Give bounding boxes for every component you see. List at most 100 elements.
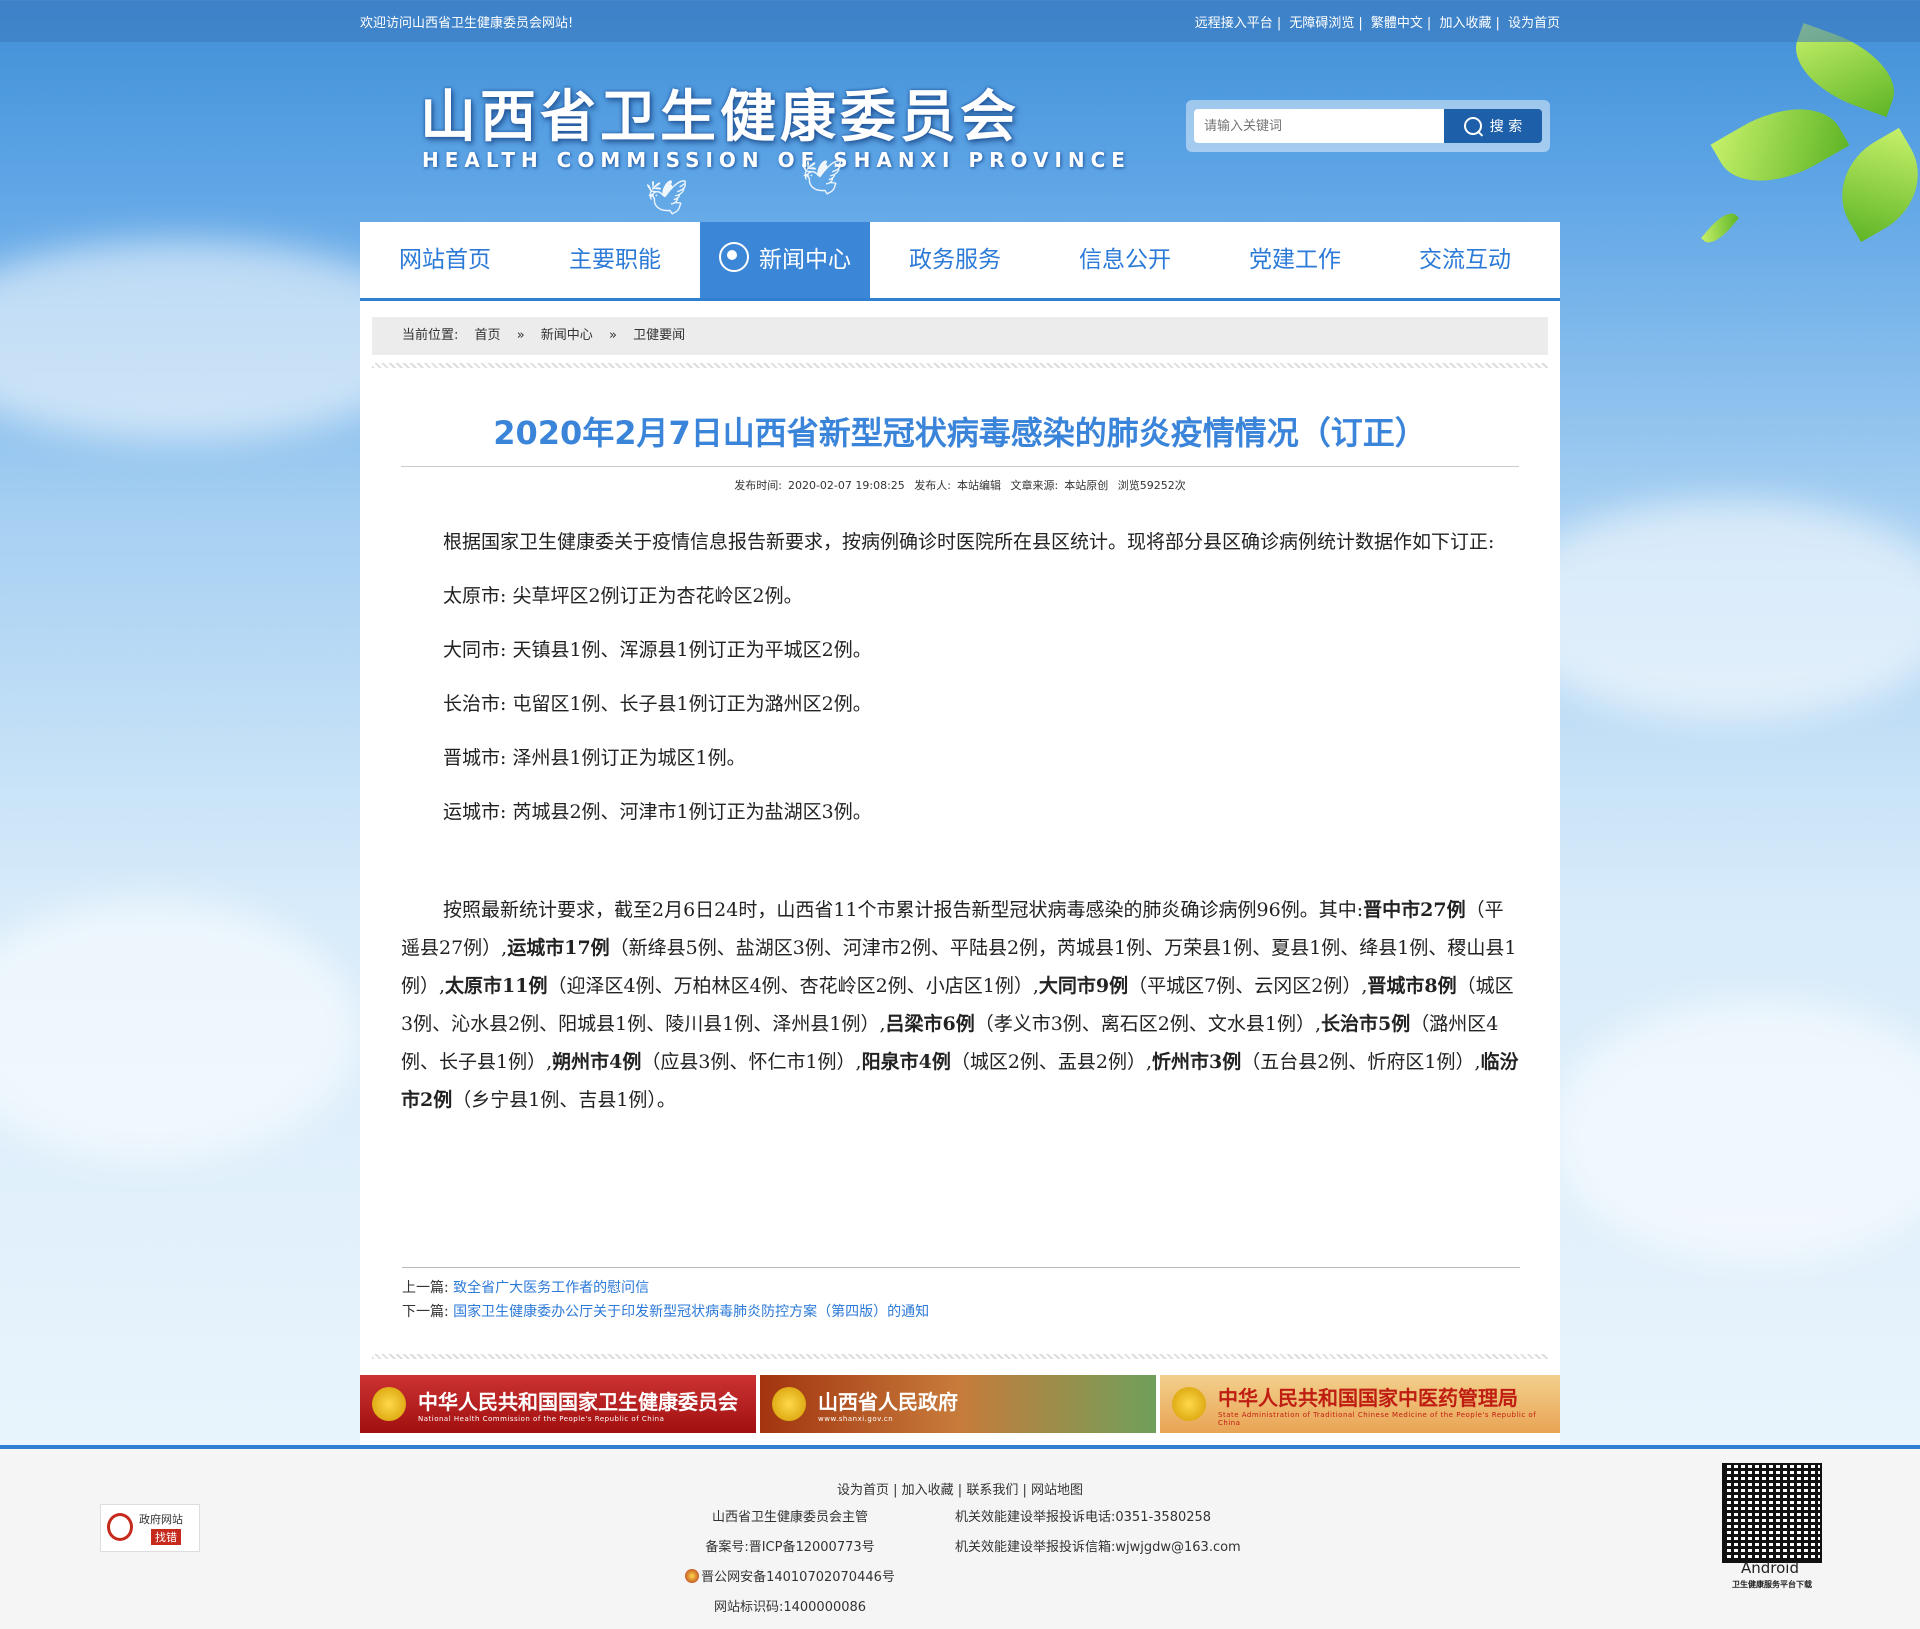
welcome-text: 欢迎访问山西省卫生健康委员会网站!: [360, 16, 574, 31]
banner-title: 中华人民共和国国家中医药管理局: [1218, 1385, 1518, 1410]
correction-item: 长治市: 屯留区1例、长子县1例订正为潞州区2例。: [443, 693, 872, 715]
article-summary: 按照最新统计要求，截至2月6日24时，山西省11个市累计报告新型冠状病毒感染的肺…: [401, 891, 1519, 1119]
footer-link-set-homepage[interactable]: 设为首页: [837, 1483, 889, 1498]
search-input[interactable]: [1194, 109, 1444, 143]
footer-police-text: 晋公网安备14010702070446号: [701, 1570, 895, 1585]
background-cloud: [1500, 500, 1920, 720]
footer-info-left: 山西省卫生健康委员会主管 备案号:晋ICP备12000773号 晋公网安备140…: [680, 1503, 900, 1623]
summary-lead: 按照最新统计要求，截至2月6日24时，山西省11个市累计报告新型冠状病毒感染的肺…: [443, 899, 1364, 921]
meta-views: 浏览59252次: [1117, 479, 1186, 492]
footer-icp[interactable]: 备案号:晋ICP备12000773号: [680, 1533, 900, 1563]
main-nav: 网站首页 主要职能 新闻中心 政务服务 信息公开 党建工作 交流互动: [360, 222, 1560, 301]
police-badge-icon: [685, 1569, 700, 1583]
gov-badge-top: 政府网站: [139, 1513, 183, 1526]
qr-subcaption: 卫生健康服务平台下载: [1732, 1580, 1812, 1589]
breadcrumb-home[interactable]: 首页: [475, 328, 501, 343]
article-body: 根据国家卫生健康委关于疫情信息报告新要求，按病例确诊时医院所在县区统计。现将部分…: [401, 523, 1519, 1119]
correction-item: 晋城市: 泽州县1例订正为城区1例。: [443, 747, 746, 769]
footer-link-add-favorite[interactable]: 加入收藏: [902, 1483, 954, 1498]
nav-item-news[interactable]: 新闻中心: [700, 222, 870, 298]
city-detail: （平城区7例、云冈区2例）,: [1128, 975, 1368, 997]
footer-email: 机关效能建设举报投诉信箱:wjwjgdw@163.com: [955, 1540, 1241, 1555]
breadcrumb-separator: »: [608, 328, 617, 343]
footer-hotline: 机关效能建设举报投诉电话:0351-3580258: [955, 1510, 1212, 1525]
meta-publisher-label: 发布人:: [914, 479, 952, 492]
city-total: 吕梁市6例: [885, 1013, 975, 1035]
link-remote-access[interactable]: 远程接入平台: [1195, 16, 1273, 31]
top-bar: 欢迎访问山西省卫生健康委员会网站! 远程接入平台 | 无障碍浏览 | 繁體中文 | 加…: [0, 0, 1920, 42]
site-logo-en: HEALTH COMMISSION OF SHANXI PROVINCE: [422, 148, 1131, 172]
search-button-label: 搜 索: [1489, 119, 1523, 135]
search-icon: [1463, 117, 1482, 135]
nav-item-services[interactable]: 政务服务: [870, 222, 1040, 298]
article-title: 2020年2月7日山西省新型冠状病毒感染的肺炎疫情情况（订正）: [493, 414, 1427, 452]
footer-site-id: 网站标识码:1400000086: [713, 1600, 867, 1615]
partner-banners: 中华人民共和国国家卫生健康委员会 National Health Commissi…: [360, 1375, 1560, 1433]
city-total: 晋城市8例: [1367, 975, 1457, 997]
footer-info-right: 机关效能建设举报投诉电话:0351-3580258 机关效能建设举报投诉信箱:w…: [955, 1503, 1241, 1563]
article-intro: 根据国家卫生健康委关于疫情信息报告新要求，按病例确诊时医院所在县区统计。现将部分…: [443, 531, 1495, 553]
divider: [372, 363, 1548, 368]
qr-code-icon: [1722, 1463, 1822, 1563]
banner-title: 中华人民共和国国家卫生健康委员会: [418, 1389, 738, 1414]
banner-shanxi-gov[interactable]: 山西省人民政府 www.shanxi.gov.cn: [760, 1375, 1156, 1433]
site-logo-cn[interactable]: 山西省卫生健康委员会: [420, 72, 1020, 153]
dove-icon: 🕊: [800, 158, 844, 198]
national-emblem-icon: [772, 1387, 806, 1421]
city-total: 长治市5例: [1321, 1013, 1411, 1035]
prev-label: 上一篇:: [402, 1280, 449, 1296]
correction-item: 大同市: 天镇县1例、浑源县1例订正为平城区2例。: [443, 639, 872, 661]
banner-title: 山西省人民政府: [818, 1389, 958, 1414]
prev-next-nav: 上一篇: 致全省广大医务工作者的慰问信 下一篇: 国家卫生健康委办公厅关于印发新…: [402, 1267, 1520, 1324]
nav-item-interaction[interactable]: 交流互动: [1380, 222, 1550, 298]
leaf-decoration: [1710, 84, 1850, 206]
city-detail: （城区2例、盂县2例）,: [950, 1051, 1153, 1073]
nav-item-home[interactable]: 网站首页: [360, 222, 530, 298]
banner-subtitle: State Administration of Traditional Chin…: [1218, 1410, 1537, 1427]
nav-item-party[interactable]: 党建工作: [1210, 222, 1380, 298]
city-total: 阳泉市4例: [861, 1051, 951, 1073]
city-total: 运城市17例: [507, 937, 610, 959]
banner-satcm[interactable]: 中华人民共和国国家中医药管理局 State Administration of T…: [1160, 1375, 1560, 1433]
link-set-homepage[interactable]: 设为首页: [1508, 16, 1560, 31]
next-article-link[interactable]: 国家卫生健康委办公厅关于印发新型冠状病毒肺炎防控方案（第四版）的通知: [453, 1304, 929, 1320]
leaf-decoration: [1701, 207, 1739, 249]
nav-item-functions[interactable]: 主要职能: [530, 222, 700, 298]
banner-subtitle: National Health Commission of the People…: [418, 1414, 665, 1423]
search-button[interactable]: 搜 索: [1444, 109, 1542, 143]
gov-badge-bottom: 找错: [151, 1529, 181, 1545]
next-label: 下一篇:: [402, 1304, 449, 1320]
footer-police-record[interactable]: 晋公网安备14010702070446号: [680, 1563, 900, 1593]
nav-item-news-label: 新闻中心: [759, 247, 851, 273]
link-accessibility[interactable]: 无障碍浏览: [1289, 16, 1354, 31]
correction-item: 运城市: 芮城县2例、河津市1例订正为盐湖区3例。: [443, 801, 872, 823]
gov-site-error-badge[interactable]: 政府网站 找错: [100, 1504, 200, 1552]
correction-item: 太原市: 尖草坪区2例订正为杏花岭区2例。: [443, 585, 803, 607]
globe-icon: [719, 242, 749, 272]
city-detail: （五台县2例、忻府区1例）,: [1241, 1051, 1481, 1073]
national-emblem-icon: [372, 1387, 406, 1421]
link-add-favorite[interactable]: 加入收藏: [1439, 16, 1491, 31]
meta-publisher: 本站编辑: [957, 479, 1002, 492]
city-detail: （应县3例、怀仁市1例）,: [641, 1051, 862, 1073]
link-traditional-chinese[interactable]: 繁體中文: [1371, 16, 1423, 31]
prev-article-link[interactable]: 致全省广大医务工作者的慰问信: [453, 1280, 649, 1296]
footer-link-sitemap[interactable]: 网站地图: [1031, 1483, 1083, 1498]
background-cloud: [1550, 1000, 1920, 1260]
breadcrumb: 当前位置: 首页 » 新闻中心 » 卫健要闻: [372, 317, 1548, 355]
dove-icon: 🕊: [645, 178, 689, 218]
city-total: 朔州市4例: [552, 1051, 642, 1073]
national-emblem-icon: [1172, 1387, 1206, 1421]
banner-nhc[interactable]: 中华人民共和国国家卫生健康委员会 National Health Commissi…: [360, 1375, 756, 1433]
breadcrumb-separator: »: [516, 328, 525, 343]
footer-link-contact[interactable]: 联系我们: [966, 1483, 1018, 1498]
banner-subtitle: www.shanxi.gov.cn: [818, 1414, 894, 1423]
background-cloud: [0, 900, 360, 1160]
breadcrumb-news[interactable]: 新闻中心: [541, 328, 593, 343]
nav-item-disclosure[interactable]: 信息公开: [1040, 222, 1210, 298]
breadcrumb-prefix: 当前位置:: [402, 328, 459, 343]
divider: [372, 1354, 1548, 1359]
magnifier-icon: [107, 1513, 133, 1541]
breadcrumb-current[interactable]: 卫健要闻: [633, 328, 685, 343]
city-total: 大同市9例: [1038, 975, 1129, 997]
